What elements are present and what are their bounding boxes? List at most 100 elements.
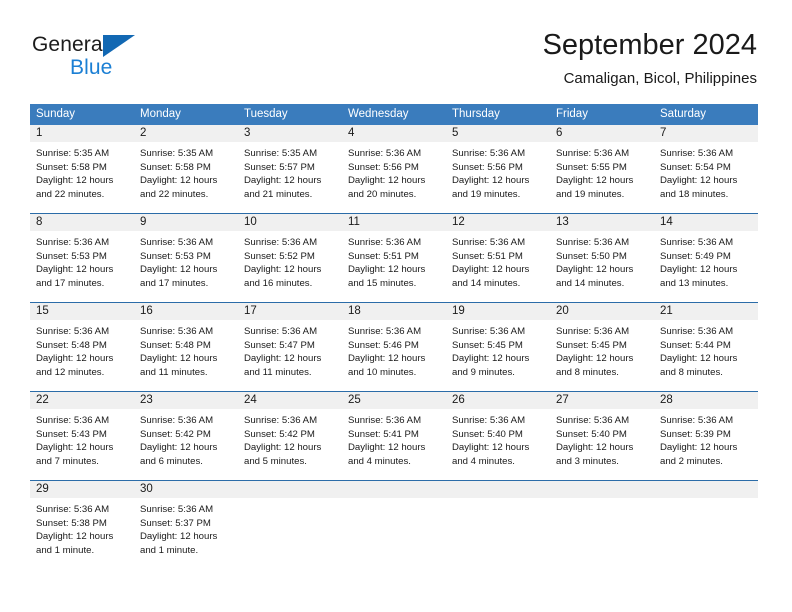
calendar-day-cell[interactable]: 22 Sunrise: 5:36 AM Sunset: 5:43 PM Dayligh… [30, 392, 134, 480]
daylight-text-line1: Daylight: 12 hours [452, 442, 530, 454]
daylight-text-line1: Daylight: 12 hours [140, 175, 218, 187]
daylight-text-line2: and 22 minutes. [36, 188, 105, 200]
daylight-text-line1: Daylight: 12 hours [36, 264, 114, 276]
title-block: September 2024 Camaligan, Bicol, Philipp… [543, 28, 757, 89]
daylight-text-line2: and 5 minutes. [244, 455, 307, 467]
daylight-text-line1: Daylight: 12 hours [556, 264, 634, 276]
sunrise-text: Sunrise: 5:36 AM [140, 237, 214, 248]
sunset-text: Sunset: 5:52 PM [244, 250, 315, 262]
daylight-text-line1: Daylight: 12 hours [452, 353, 530, 365]
daylight-text-line1: Daylight: 12 hours [556, 175, 634, 187]
day-details: Sunrise: 5:36 AM Sunset: 5:54 PM Daylight:… [654, 142, 758, 213]
day-number: 29 [30, 481, 134, 498]
day-number: 30 [134, 481, 238, 498]
calendar-day-cell[interactable]: 10 Sunrise: 5:36 AM Sunset: 5:52 PM Dayligh… [238, 214, 342, 302]
calendar-day-cell[interactable]: 23 Sunrise: 5:36 AM Sunset: 5:42 PM Dayligh… [134, 392, 238, 480]
calendar-day-cell[interactable]: 4 Sunrise: 5:36 AM Sunset: 5:56 PM Daylight… [342, 125, 446, 213]
calendar-day-cell[interactable]: 14 Sunrise: 5:36 AM Sunset: 5:49 PM Dayligh… [654, 214, 758, 302]
calendar-day-cell[interactable]: 27 Sunrise: 5:36 AM Sunset: 5:40 PM Dayligh… [550, 392, 654, 480]
sunrise-text: Sunrise: 5:36 AM [660, 326, 734, 337]
day-details: Sunrise: 5:36 AM Sunset: 5:45 PM Daylight:… [446, 320, 550, 391]
daylight-text-line1: Daylight: 12 hours [244, 264, 322, 276]
daylight-text-line1: Daylight: 12 hours [36, 353, 114, 365]
weekday-header-friday: Friday [556, 108, 588, 120]
calendar-day-cell[interactable]: 16 Sunrise: 5:36 AM Sunset: 5:48 PM Dayligh… [134, 303, 238, 391]
day-number: 4 [342, 125, 446, 142]
calendar-day-cell[interactable]: 18 Sunrise: 5:36 AM Sunset: 5:46 PM Dayligh… [342, 303, 446, 391]
day-number: 13 [550, 214, 654, 231]
page-title: September 2024 [542, 29, 757, 61]
daylight-text-line2: and 8 minutes. [660, 366, 723, 378]
daylight-text-line2: and 10 minutes. [348, 366, 417, 378]
day-details: Sunrise: 5:36 AM Sunset: 5:39 PM Daylight:… [654, 409, 758, 480]
day-details: Sunrise: 5:36 AM Sunset: 5:53 PM Daylight:… [30, 231, 134, 302]
calendar-day-cell[interactable]: 24 Sunrise: 5:36 AM Sunset: 5:42 PM Dayligh… [238, 392, 342, 480]
calendar-day-cell[interactable]: 1 Sunrise: 5:35 AM Sunset: 5:58 PM Daylight… [30, 125, 134, 213]
calendar-week-row: 22 Sunrise: 5:36 AM Sunset: 5:43 PM Dayligh… [30, 391, 758, 480]
day-details: Sunrise: 5:36 AM Sunset: 5:53 PM Daylight:… [134, 231, 238, 302]
daylight-text-line1: Daylight: 12 hours [660, 175, 738, 187]
calendar-day-cell[interactable]: 5 Sunrise: 5:36 AM Sunset: 5:56 PM Daylight… [446, 125, 550, 213]
daylight-text-line2: and 1 minute. [36, 544, 95, 556]
daylight-text-line2: and 17 minutes. [36, 277, 105, 289]
day-number: 8 [30, 214, 134, 231]
calendar-day-cell-empty [654, 481, 758, 569]
calendar-day-cell[interactable]: 26 Sunrise: 5:36 AM Sunset: 5:40 PM Dayligh… [446, 392, 550, 480]
calendar-day-cell[interactable]: 20 Sunrise: 5:36 AM Sunset: 5:45 PM Dayligh… [550, 303, 654, 391]
calendar-day-cell[interactable]: 3 Sunrise: 5:35 AM Sunset: 5:57 PM Daylight… [238, 125, 342, 213]
calendar-day-cell[interactable]: 8 Sunrise: 5:36 AM Sunset: 5:53 PM Daylight… [30, 214, 134, 302]
daylight-text-line2: and 2 minutes. [660, 455, 723, 467]
calendar-day-cell[interactable]: 28 Sunrise: 5:36 AM Sunset: 5:39 PM Dayligh… [654, 392, 758, 480]
sunset-text: Sunset: 5:44 PM [660, 339, 731, 351]
calendar-day-cell[interactable]: 29 Sunrise: 5:36 AM Sunset: 5:38 PM Dayligh… [30, 481, 134, 569]
sunrise-text: Sunrise: 5:36 AM [140, 415, 214, 426]
day-details: Sunrise: 5:36 AM Sunset: 5:42 PM Daylight:… [134, 409, 238, 480]
daylight-text-line1: Daylight: 12 hours [348, 264, 426, 276]
calendar-day-cell-empty [238, 481, 342, 569]
calendar-day-cell[interactable]: 25 Sunrise: 5:36 AM Sunset: 5:41 PM Dayligh… [342, 392, 446, 480]
brand-logo[interactable]: General Blue [32, 32, 262, 80]
daylight-text-line2: and 11 minutes. [244, 366, 312, 378]
sunset-text: Sunset: 5:37 PM [140, 517, 211, 529]
calendar-day-cell[interactable]: 30 Sunrise: 5:36 AM Sunset: 5:37 PM Dayligh… [134, 481, 238, 569]
calendar-day-cell-empty [446, 481, 550, 569]
day-number: 25 [342, 392, 446, 409]
day-details: Sunrise: 5:35 AM Sunset: 5:58 PM Daylight:… [134, 142, 238, 213]
sunset-text: Sunset: 5:46 PM [348, 339, 419, 351]
calendar-day-cell[interactable]: 11 Sunrise: 5:36 AM Sunset: 5:51 PM Dayligh… [342, 214, 446, 302]
daylight-text-line1: Daylight: 12 hours [36, 442, 114, 454]
daylight-text-line2: and 19 minutes. [556, 188, 625, 200]
sunrise-text: Sunrise: 5:36 AM [452, 415, 526, 426]
day-details: Sunrise: 5:36 AM Sunset: 5:47 PM Daylight:… [238, 320, 342, 391]
sunset-text: Sunset: 5:47 PM [244, 339, 315, 351]
day-number: 21 [654, 303, 758, 320]
calendar-day-cell[interactable]: 7 Sunrise: 5:36 AM Sunset: 5:54 PM Daylight… [654, 125, 758, 213]
day-details: Sunrise: 5:36 AM Sunset: 5:41 PM Daylight:… [342, 409, 446, 480]
sunrise-text: Sunrise: 5:36 AM [348, 237, 422, 248]
day-number: 22 [30, 392, 134, 409]
day-number: 15 [30, 303, 134, 320]
calendar-day-cell[interactable]: 9 Sunrise: 5:36 AM Sunset: 5:53 PM Daylight… [134, 214, 238, 302]
sunrise-text: Sunrise: 5:36 AM [244, 326, 318, 337]
daylight-text-line1: Daylight: 12 hours [140, 353, 218, 365]
calendar-day-cell[interactable]: 17 Sunrise: 5:36 AM Sunset: 5:47 PM Dayligh… [238, 303, 342, 391]
day-details [238, 498, 342, 569]
daylight-text-line1: Daylight: 12 hours [348, 442, 426, 454]
calendar-day-cell[interactable]: 12 Sunrise: 5:36 AM Sunset: 5:51 PM Dayligh… [446, 214, 550, 302]
day-details [550, 498, 654, 569]
calendar-day-cell[interactable]: 6 Sunrise: 5:36 AM Sunset: 5:55 PM Daylight… [550, 125, 654, 213]
day-number: 16 [134, 303, 238, 320]
daylight-text-line2: and 12 minutes. [36, 366, 105, 378]
calendar-day-cell[interactable]: 2 Sunrise: 5:35 AM Sunset: 5:58 PM Daylight… [134, 125, 238, 213]
weekday-header-tuesday: Tuesday [244, 108, 288, 120]
daylight-text-line1: Daylight: 12 hours [556, 353, 634, 365]
calendar-day-cell[interactable]: 21 Sunrise: 5:36 AM Sunset: 5:44 PM Dayligh… [654, 303, 758, 391]
calendar-day-cell[interactable]: 15 Sunrise: 5:36 AM Sunset: 5:48 PM Dayligh… [30, 303, 134, 391]
calendar-day-cell[interactable]: 13 Sunrise: 5:36 AM Sunset: 5:50 PM Dayligh… [550, 214, 654, 302]
day-number [446, 481, 550, 498]
daylight-text-line2: and 1 minute. [140, 544, 199, 556]
calendar-grid: Sunday Monday Tuesday Wednesday Thursday… [30, 104, 758, 569]
sunrise-text: Sunrise: 5:36 AM [140, 504, 214, 515]
calendar-day-cell[interactable]: 19 Sunrise: 5:36 AM Sunset: 5:45 PM Dayligh… [446, 303, 550, 391]
daylight-text-line2: and 6 minutes. [140, 455, 203, 467]
